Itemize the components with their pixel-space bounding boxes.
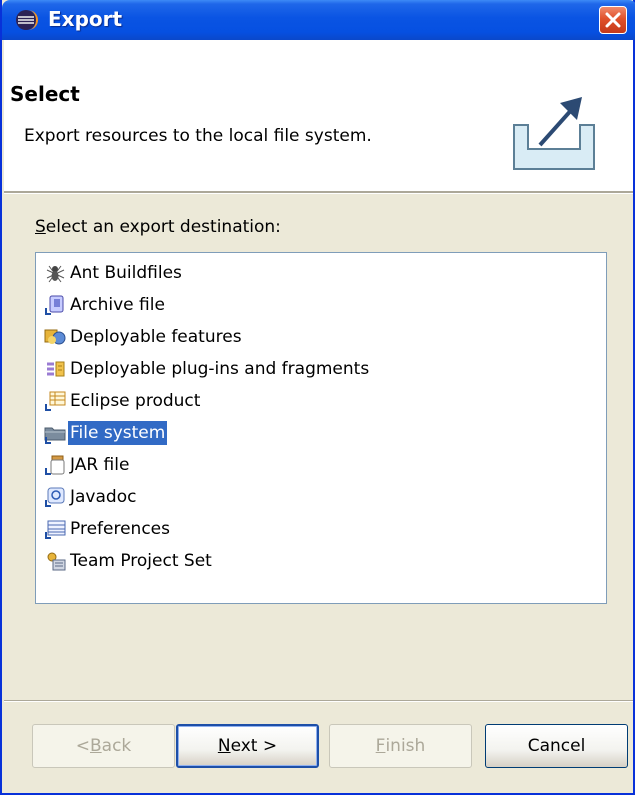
destination-list[interactable]: Ant Buildfiles Archive file Deployable f… <box>35 252 607 604</box>
archive-icon <box>45 295 64 315</box>
ant-icon <box>46 265 65 283</box>
list-item[interactable]: Team Project Set <box>44 545 214 577</box>
back-button[interactable]: < Back <box>32 724 175 768</box>
export-dialog: Export Select Export resources to the lo… <box>0 0 635 795</box>
folder-icon <box>44 427 66 444</box>
close-icon <box>605 12 621 28</box>
header-separator <box>4 192 633 194</box>
list-item[interactable]: Archive file <box>44 289 167 321</box>
team-icon <box>47 552 66 571</box>
jar-icon <box>45 455 65 475</box>
list-item[interactable]: Eclipse product <box>44 385 202 417</box>
wizard-header: Select Export resources to the local fil… <box>4 40 633 192</box>
button-separator <box>4 700 633 702</box>
javadoc-icon <box>45 487 65 507</box>
window-title: Export <box>48 7 123 31</box>
next-button[interactable]: Next > <box>176 724 319 768</box>
list-item[interactable]: Deployable features <box>44 321 244 353</box>
list-item[interactable]: File system <box>44 417 169 449</box>
finish-button[interactable]: Finish <box>329 724 472 768</box>
cancel-button[interactable]: Cancel <box>485 724 628 768</box>
page-title: Select <box>10 82 80 106</box>
preferences-icon <box>45 520 66 539</box>
list-item[interactable]: Deployable plug-ins and fragments <box>44 353 371 385</box>
title-bar[interactable]: Export <box>2 0 635 40</box>
page-description: Export resources to the local file syste… <box>24 126 372 146</box>
product-icon <box>45 391 66 411</box>
plugin-icon <box>47 361 65 377</box>
feature-icon <box>44 329 66 345</box>
export-wizard-icon <box>513 97 595 170</box>
list-item[interactable]: JAR file <box>44 449 131 481</box>
list-item[interactable]: Javadoc <box>44 481 138 513</box>
list-item[interactable]: Ant Buildfiles <box>44 257 184 289</box>
close-button[interactable] <box>599 6 627 34</box>
destination-label: Select an export destination: <box>35 217 281 237</box>
list-item[interactable]: Preferences <box>44 513 172 545</box>
eclipse-icon <box>16 10 38 30</box>
